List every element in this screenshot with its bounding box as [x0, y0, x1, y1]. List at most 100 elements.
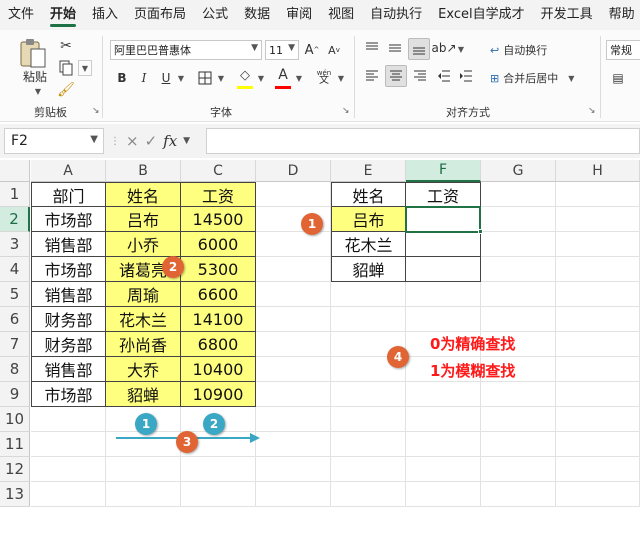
menu-review[interactable]: 审阅 [278, 0, 320, 30]
menu-insert[interactable]: 插入 [84, 0, 126, 30]
cell-d7[interactable] [256, 332, 331, 357]
column-header-g[interactable]: G [481, 160, 556, 182]
phonetic-dropdown-icon[interactable]: ▼ [336, 70, 346, 86]
cell-a2[interactable]: 市场部 [31, 207, 106, 232]
cell-e13[interactable] [331, 482, 406, 507]
cell-g2[interactable] [481, 207, 556, 232]
cell-g10[interactable] [481, 407, 556, 432]
cell-a7[interactable]: 财务部 [31, 332, 106, 357]
font-name-select[interactable]: 阿里巴巴普惠体 ▼ [110, 40, 262, 60]
cell-d12[interactable] [256, 457, 331, 482]
format-painter-icon[interactable]: 🖌 [56, 80, 76, 100]
cell-f6[interactable] [406, 307, 481, 332]
align-right-icon[interactable] [410, 66, 430, 86]
row-header-2[interactable]: 2 [0, 207, 30, 232]
menu-excel-self-study[interactable]: Excel自学成才 [430, 0, 532, 30]
cancel-icon[interactable]: × [126, 132, 139, 150]
menu-formulas[interactable]: 公式 [194, 0, 236, 30]
alignment-launcher-icon[interactable]: ↘ [588, 106, 596, 116]
cell-e2[interactable]: 吕布 [331, 207, 406, 232]
cell-c13[interactable] [181, 482, 256, 507]
cell-d5[interactable] [256, 282, 331, 307]
cell-d4[interactable] [256, 257, 331, 282]
font-launcher-icon[interactable]: ↘ [342, 106, 350, 116]
cell-e4[interactable]: 貂蝉 [331, 257, 406, 282]
row-header-11[interactable]: 11 [0, 432, 30, 457]
row-header-1[interactable]: 1 [0, 182, 30, 207]
orientation-dropdown-icon[interactable]: ▼ [456, 42, 466, 56]
chevron-down-icon[interactable]: ▼ [183, 136, 190, 146]
menu-help[interactable]: 帮助 [601, 0, 640, 30]
name-box[interactable]: F2 ▼ [4, 128, 104, 154]
cell-c4[interactable]: 5300 [181, 257, 256, 282]
cell-f12[interactable] [406, 457, 481, 482]
row-header-12[interactable]: 12 [0, 457, 30, 482]
cell-g12[interactable] [481, 457, 556, 482]
cell-e12[interactable] [331, 457, 406, 482]
cell-f4[interactable] [406, 257, 481, 282]
cell-a4[interactable]: 市场部 [31, 257, 106, 282]
cell-g6[interactable] [481, 307, 556, 332]
column-header-c[interactable]: C [181, 160, 256, 182]
column-header-d[interactable]: D [256, 160, 331, 182]
cell-c2[interactable]: 14500 [181, 207, 256, 232]
cell-d13[interactable] [256, 482, 331, 507]
cell-f9[interactable] [406, 382, 481, 407]
cut-icon[interactable]: ✂ [56, 36, 76, 56]
column-header-e[interactable]: E [331, 160, 406, 182]
cell-b12[interactable] [106, 457, 181, 482]
cell-e10[interactable] [331, 407, 406, 432]
decrease-font-icon[interactable]: Av [324, 40, 344, 60]
cell-h7[interactable] [556, 332, 640, 357]
paste-dropdown-icon[interactable]: ▼ [32, 86, 44, 96]
copy-icon[interactable] [56, 58, 76, 78]
wrap-text-button[interactable]: ↩ 自动换行 [490, 40, 580, 60]
select-all-corner[interactable] [0, 160, 30, 182]
row-header-4[interactable]: 4 [0, 257, 30, 282]
menu-file[interactable]: 文件 [0, 0, 42, 30]
cell-b3[interactable]: 小乔 [106, 232, 181, 257]
cell-c12[interactable] [181, 457, 256, 482]
cell-g9[interactable] [481, 382, 556, 407]
cell-g4[interactable] [481, 257, 556, 282]
cell-h9[interactable] [556, 382, 640, 407]
menu-data[interactable]: 数据 [236, 0, 278, 30]
cell-b8[interactable]: 大乔 [106, 357, 181, 382]
cell-e6[interactable] [331, 307, 406, 332]
copy-dropdown-icon[interactable]: ▼ [78, 60, 92, 76]
more-icon[interactable]: ⋮ [110, 136, 120, 147]
cell-c7[interactable]: 6800 [181, 332, 256, 357]
cell-c8[interactable]: 10400 [181, 357, 256, 382]
cell-h4[interactable] [556, 257, 640, 282]
align-left-icon[interactable] [362, 66, 382, 86]
cell-d6[interactable] [256, 307, 331, 332]
align-middle-icon[interactable] [385, 38, 405, 58]
align-top-icon[interactable] [362, 38, 382, 58]
menu-automate[interactable]: 自动执行 [362, 0, 430, 30]
phonetic-icon[interactable]: wén 文 [312, 66, 336, 88]
cell-a1[interactable]: 部门 [31, 182, 106, 207]
row-header-9[interactable]: 9 [0, 382, 30, 407]
cell-h3[interactable] [556, 232, 640, 257]
cell-g13[interactable] [481, 482, 556, 507]
cell-b6[interactable]: 花木兰 [106, 307, 181, 332]
cell-h11[interactable] [556, 432, 640, 457]
formula-input[interactable] [206, 128, 640, 154]
row-header-7[interactable]: 7 [0, 332, 30, 357]
decrease-indent-icon[interactable] [434, 66, 454, 86]
row-header-8[interactable]: 8 [0, 357, 30, 382]
cell-f13[interactable] [406, 482, 481, 507]
menu-home[interactable]: 开始 [42, 0, 84, 30]
cell-a5[interactable]: 销售部 [31, 282, 106, 307]
cell-h6[interactable] [556, 307, 640, 332]
cell-c9[interactable]: 10900 [181, 382, 256, 407]
cell-c5[interactable]: 6600 [181, 282, 256, 307]
cell-c3[interactable]: 6000 [181, 232, 256, 257]
cell-f5[interactable] [406, 282, 481, 307]
cell-a11[interactable] [31, 432, 106, 457]
row-header-3[interactable]: 3 [0, 232, 30, 257]
merge-center-button[interactable]: ⊞ 合并后居中 ▼ [490, 68, 590, 88]
cell-f3[interactable] [406, 232, 481, 257]
cell-e9[interactable] [331, 382, 406, 407]
cell-a6[interactable]: 财务部 [31, 307, 106, 332]
